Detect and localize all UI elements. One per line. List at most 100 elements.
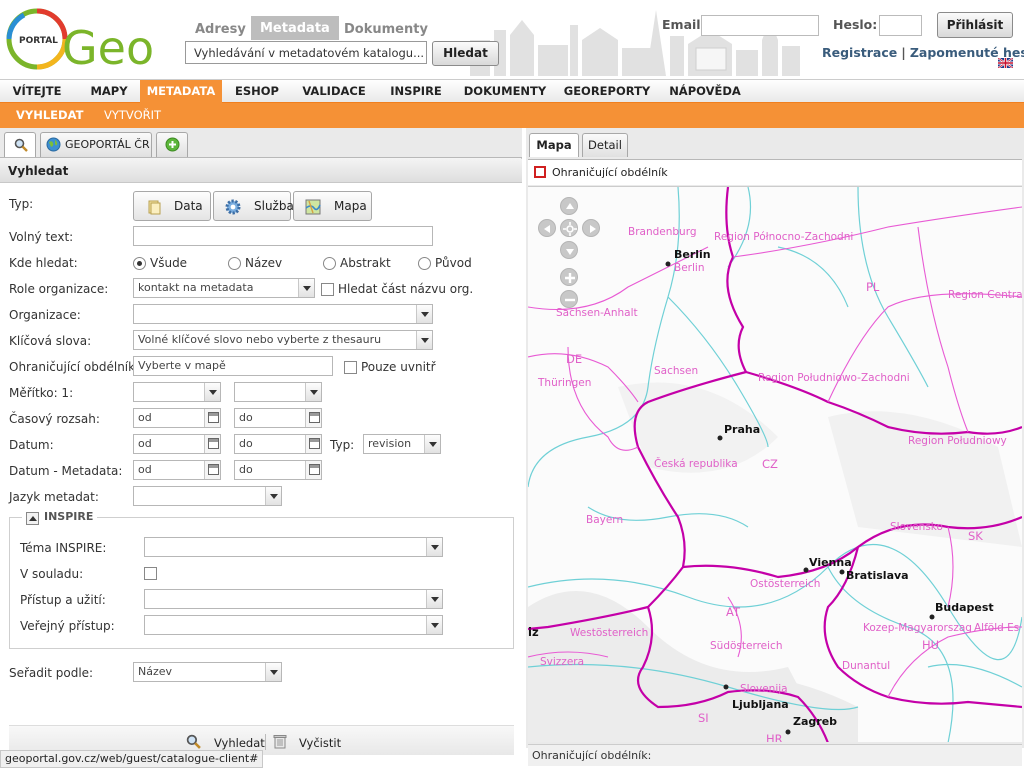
scale-to-select[interactable] <box>234 382 322 402</box>
public-access-select[interactable] <box>144 615 443 635</box>
topnav-dokumenty[interactable]: Dokumenty <box>344 22 428 37</box>
collapse-toggle-icon[interactable] <box>26 512 39 525</box>
tab-geoportal-cr[interactable]: GEOPORTÁL ČR <box>40 132 152 157</box>
time-from-input[interactable]: od <box>133 408 221 428</box>
meta-date-to-placeholder: do <box>239 463 253 476</box>
label-role: Role organizace: <box>9 282 109 296</box>
menu-validace[interactable]: VALIDACE <box>296 80 372 103</box>
organization-select[interactable] <box>133 304 433 324</box>
map-city-label: Zagreb <box>793 715 837 728</box>
map-region-label: Sachsen <box>654 365 698 377</box>
map-region-label: HR <box>766 732 783 742</box>
label-datum: Datum: <box>9 438 54 452</box>
language-select[interactable] <box>133 486 282 506</box>
header-search-button[interactable]: Hledat <box>432 41 499 66</box>
calendar-icon[interactable] <box>305 461 321 479</box>
radio-vsude[interactable] <box>133 257 146 270</box>
map-region-label: Region Południowo-Zachodni <box>758 372 910 384</box>
menu-mapy[interactable]: MAPY <box>78 80 140 103</box>
chevron-down-icon <box>265 663 281 681</box>
menu-vitejte[interactable]: VÍTEJTE <box>4 80 70 103</box>
map-region-label: AT <box>726 605 741 619</box>
pan-up-icon[interactable] <box>560 197 578 215</box>
login-button[interactable]: Přihlásit <box>937 12 1013 38</box>
password-input[interactable] <box>879 15 922 36</box>
map-city-label: Bratislava <box>846 569 909 582</box>
tab-detail[interactable]: Detail <box>582 133 628 157</box>
radio-puvod[interactable] <box>418 257 431 270</box>
calendar-icon[interactable] <box>305 409 321 427</box>
pan-right-icon[interactable] <box>582 219 600 237</box>
menu-napoveda[interactable]: NÁPOVĚDA <box>668 80 742 103</box>
submenu-vyhledat[interactable]: VYHLEDAT <box>16 103 83 128</box>
map-region-label: CZ <box>762 457 778 471</box>
conformity-checkbox[interactable] <box>144 567 157 580</box>
access-use-select[interactable] <box>144 589 443 609</box>
submenu-vytvorit[interactable]: VYTVOŘIT <box>104 103 161 128</box>
logo-text-small: PORTAL <box>19 36 58 46</box>
meta-date-from-input[interactable]: od <box>133 460 221 480</box>
map-icon <box>305 199 321 215</box>
map-region-label: Kozep-Magyarorszag <box>863 622 972 634</box>
search-submit-button[interactable]: Vyhledat <box>186 734 265 750</box>
tab-mapa[interactable]: Mapa <box>529 133 579 157</box>
bbox-input[interactable]: Vyberte v mapě <box>133 356 333 376</box>
pan-center-icon[interactable] <box>560 219 578 237</box>
header-search-input[interactable]: Vyhledávání v metadatovém katalogu... <box>185 41 427 64</box>
topnav-metadata[interactable]: Metadata <box>251 16 339 40</box>
menu-eshop[interactable]: ESHOP <box>226 80 288 103</box>
free-text-input[interactable] <box>133 226 433 246</box>
clear-button[interactable]: Vyčistit <box>273 735 341 750</box>
email-label: Email: <box>662 17 706 32</box>
map-city-label: Berlin <box>674 248 711 261</box>
geoportal-logo[interactable]: PORTAL Geo <box>4 6 154 72</box>
tab-search[interactable] <box>4 132 36 157</box>
type-button-sluzba[interactable]: Služba <box>213 191 294 221</box>
calendar-icon[interactable] <box>204 461 220 479</box>
inside-only-checkbox[interactable] <box>344 361 357 374</box>
time-to-input[interactable]: do <box>234 408 322 428</box>
bbox-tool-icon[interactable] <box>534 166 546 178</box>
role-select[interactable]: kontakt na metadata <box>133 278 315 298</box>
sort-select[interactable]: Název <box>133 662 282 682</box>
pan-down-icon[interactable] <box>560 241 578 259</box>
map-svg[interactable]: Berlin Praha Vienna Bratislava Budapest … <box>528 187 1022 742</box>
tab-add[interactable] <box>156 132 188 157</box>
calendar-icon[interactable] <box>204 409 220 427</box>
keywords-select[interactable]: Volné klíčové slovo nebo vyberte z thesa… <box>133 330 433 350</box>
menu-inspire[interactable]: INSPIRE <box>384 80 448 103</box>
role-partial-checkbox[interactable] <box>321 283 334 296</box>
type-button-mapa[interactable]: Mapa <box>293 191 372 221</box>
map-region-label: DE <box>566 352 582 366</box>
meta-date-to-input[interactable]: do <box>234 460 322 480</box>
topnav-adresy[interactable]: Adresy <box>195 22 246 37</box>
pan-left-icon[interactable] <box>538 219 556 237</box>
english-flag-icon[interactable] <box>998 58 1013 68</box>
radio-nazev[interactable] <box>228 257 241 270</box>
map-city-label: Praha <box>724 423 760 436</box>
zoom-out-icon[interactable] <box>560 290 578 308</box>
date-type-select[interactable]: revision <box>363 434 441 454</box>
bbox-tool-label[interactable]: Ohraničující obdélník <box>552 166 668 179</box>
date-from-input[interactable]: od <box>133 434 221 454</box>
date-to-input[interactable]: do <box>234 434 322 454</box>
map-region-label: Berlin <box>674 262 704 274</box>
sort-value: Název <box>138 665 173 678</box>
inspire-theme-select[interactable] <box>144 537 443 557</box>
scale-from-select[interactable] <box>133 382 221 402</box>
label-datum-metadata: Datum - Metadata: <box>9 464 123 478</box>
type-button-sluzba-label: Služba <box>254 199 294 213</box>
menu-dokumenty[interactable]: DOKUMENTY <box>462 80 548 103</box>
menu-metadata[interactable]: METADATA <box>140 80 222 103</box>
calendar-icon[interactable] <box>204 435 220 453</box>
type-button-data[interactable]: Data <box>133 191 211 221</box>
map-region-label: Bayern <box>586 514 623 526</box>
calendar-icon[interactable] <box>305 435 321 453</box>
radio-abstrakt-label: Abstrakt <box>340 256 391 270</box>
map-canvas[interactable]: Berlin Praha Vienna Bratislava Budapest … <box>528 186 1022 742</box>
register-link[interactable]: Registrace <box>822 45 897 60</box>
menu-georeporty[interactable]: GEOREPORTY <box>562 80 652 103</box>
radio-abstrakt[interactable] <box>323 257 336 270</box>
email-input[interactable] <box>701 15 819 36</box>
zoom-in-icon[interactable] <box>560 268 578 286</box>
